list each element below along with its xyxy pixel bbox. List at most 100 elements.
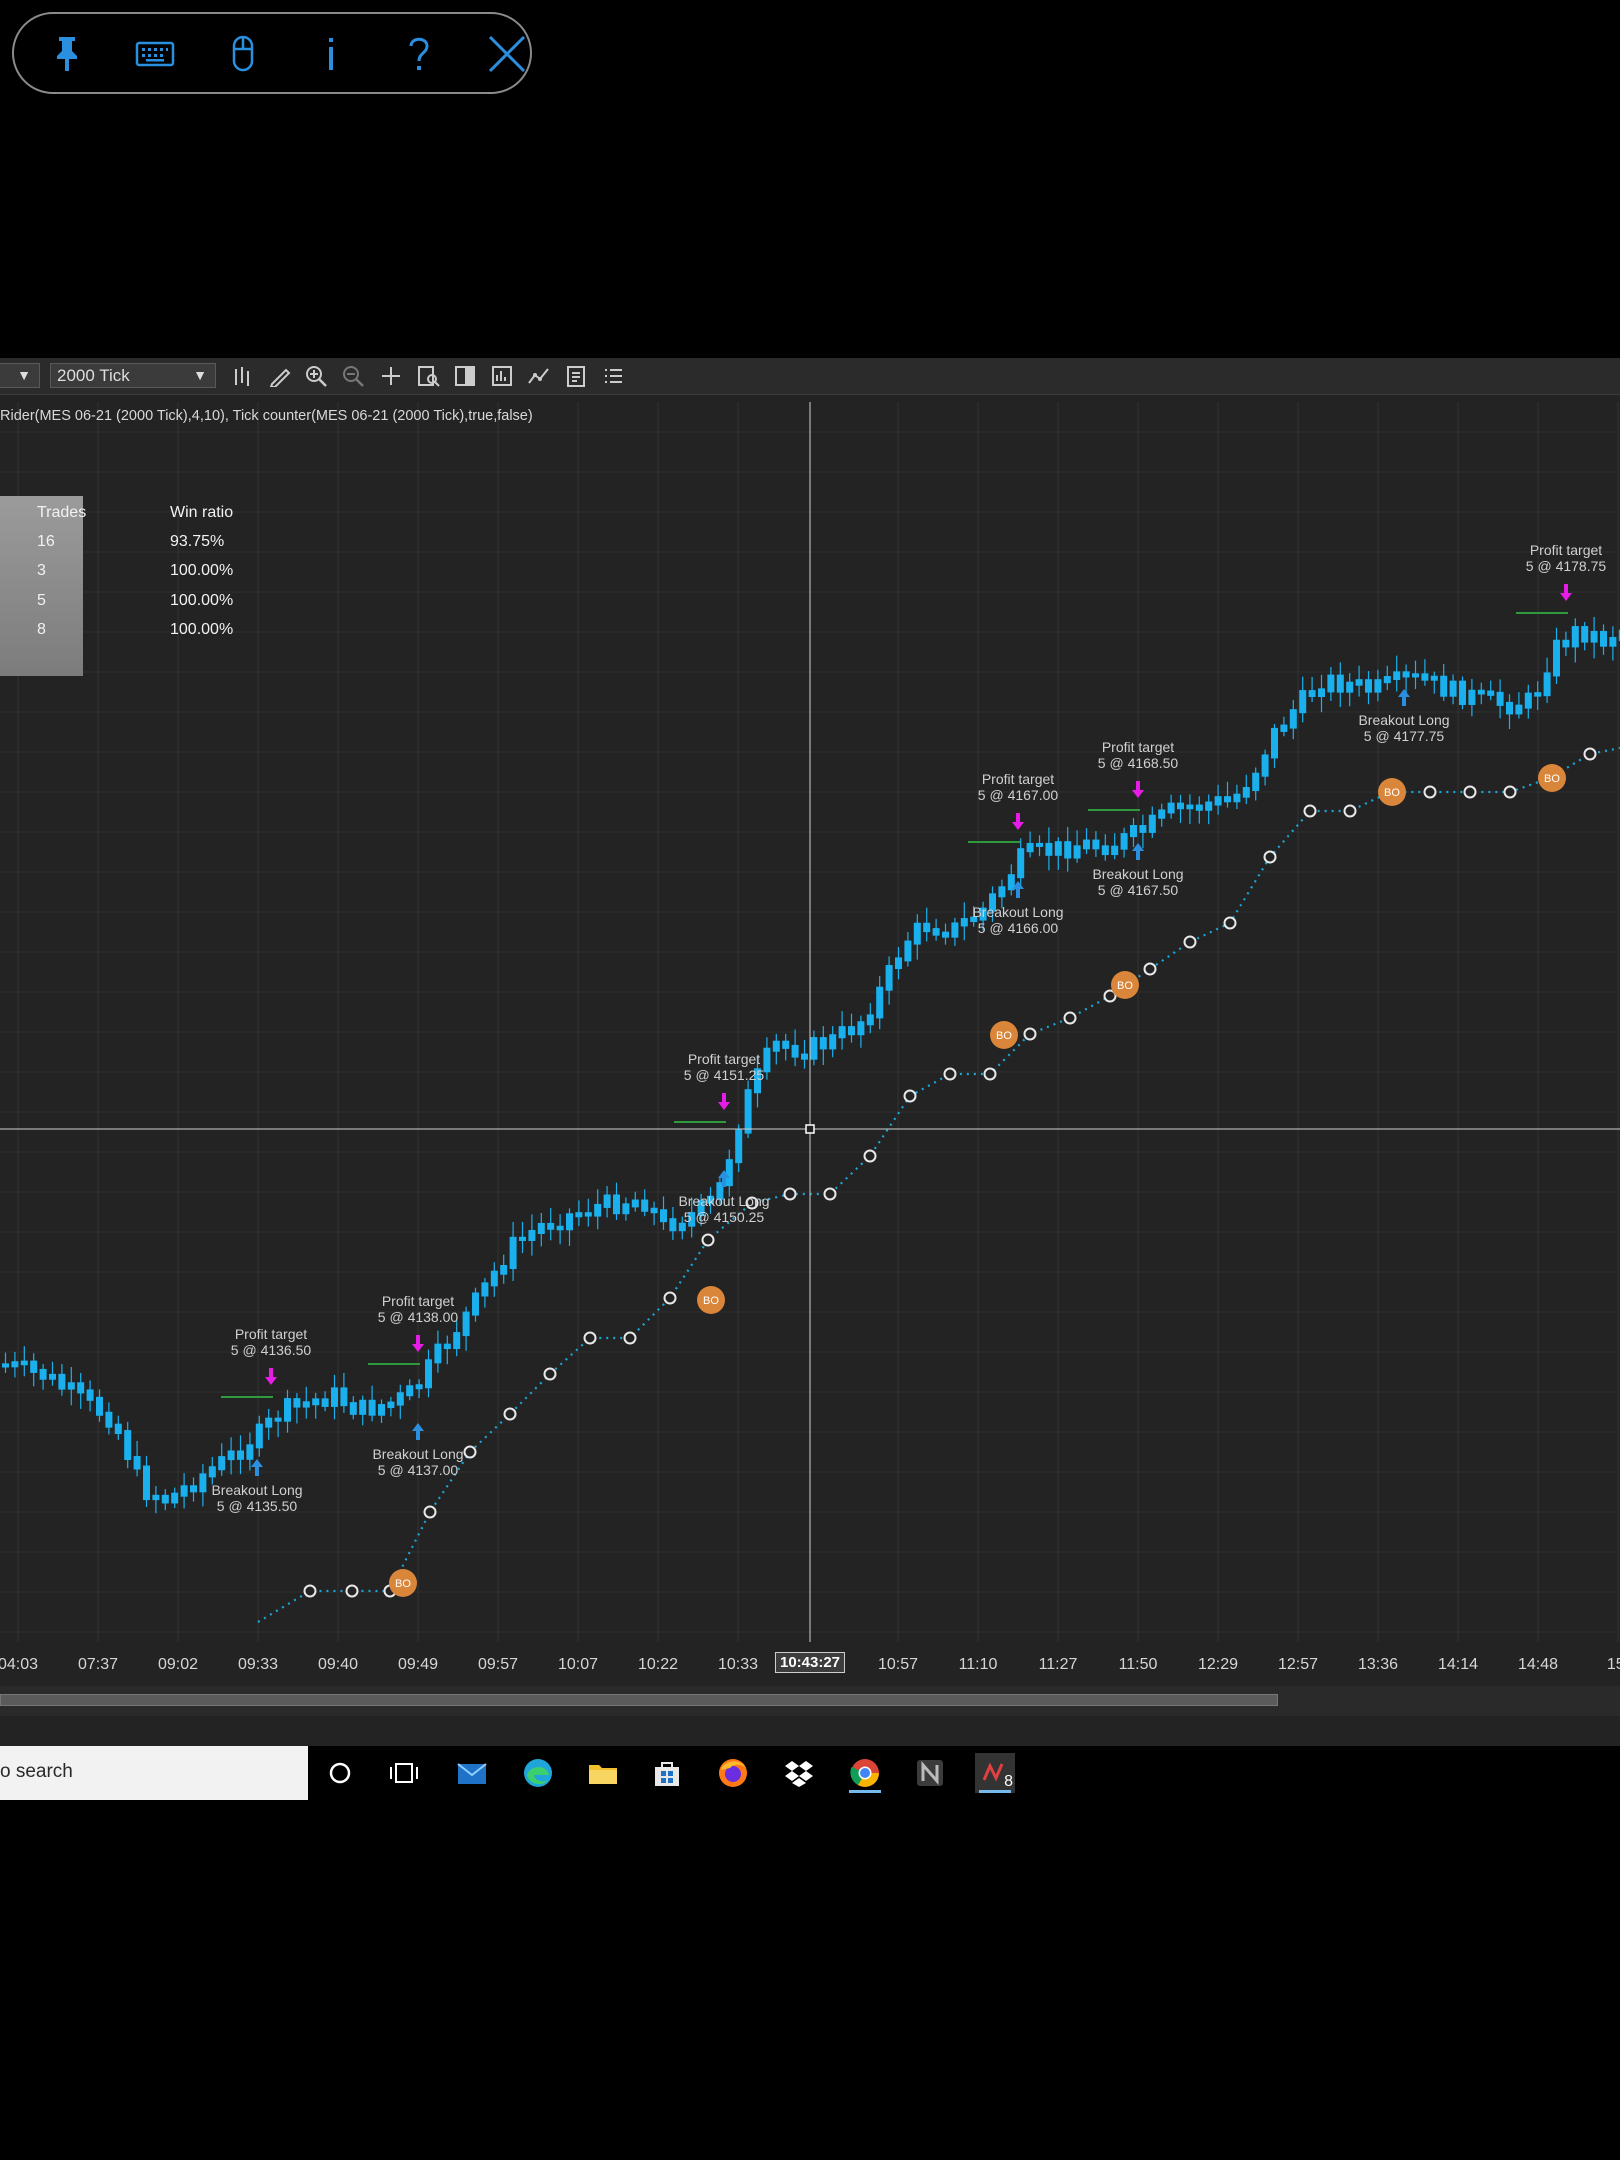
edge-icon[interactable]: [518, 1753, 558, 1793]
candle-body: [1092, 839, 1100, 850]
candle-body: [133, 1456, 141, 1470]
taskbar: o search 8: [0, 1746, 1620, 1800]
candle-body: [1224, 796, 1231, 803]
candle-body: [1130, 825, 1137, 838]
horizontal-scrollbar[interactable]: [0, 1686, 1620, 1716]
zoom-out-icon[interactable]: [341, 364, 367, 388]
candle-body: [1036, 842, 1043, 847]
candle-body: [1449, 680, 1457, 697]
price-chart[interactable]: BOBOBOBOBOBO Breakout Long5 @ 4135.50Pro…: [0, 402, 1620, 1644]
trading-app-icon[interactable]: 8: [975, 1753, 1015, 1793]
mail-icon[interactable]: [452, 1753, 492, 1793]
candle-body: [359, 1399, 367, 1415]
help-icon[interactable]: [396, 31, 442, 77]
candle-body: [613, 1194, 620, 1215]
stats-trades-value: 3: [37, 562, 46, 579]
candle-body: [1534, 692, 1542, 697]
trailing-stop-point: [583, 1331, 597, 1345]
trailing-stop-point: [943, 1067, 957, 1081]
candle-body: [218, 1456, 226, 1471]
close-icon[interactable]: [484, 31, 530, 77]
candle-body: [998, 886, 1006, 898]
candle-body: [171, 1492, 179, 1504]
candle-body: [1158, 809, 1166, 819]
strategies-icon[interactable]: [563, 364, 589, 388]
candle-body: [1299, 690, 1307, 714]
candle-body: [246, 1444, 254, 1460]
active-indicator: [849, 1790, 881, 1793]
entry-label: Breakout Long: [1358, 712, 1449, 728]
exit-price: 5 @ 4151.25: [684, 1067, 765, 1083]
entry-label: Breakout Long: [372, 1446, 463, 1462]
data-box-icon[interactable]: [415, 364, 441, 388]
candle-body: [1177, 802, 1184, 810]
candle-body: [1271, 727, 1278, 759]
candle-body: [265, 1417, 273, 1428]
firefox-icon[interactable]: [713, 1753, 753, 1793]
cortana-icon[interactable]: [320, 1753, 360, 1793]
candlestick-series: [2, 616, 1620, 1514]
time-tick-label: 09:40: [317, 1656, 359, 1673]
trailing-stop-point: [1343, 804, 1357, 818]
keyboard-icon[interactable]: [132, 31, 178, 77]
candle-body: [725, 1159, 733, 1187]
candle-body: [1430, 675, 1438, 681]
search-placeholder: o search: [0, 1761, 73, 1782]
exit-label: Profit target: [688, 1051, 760, 1067]
taskbar-search-box[interactable]: o search: [0, 1746, 308, 1800]
candle-body: [537, 1222, 545, 1234]
properties-icon[interactable]: [489, 364, 515, 388]
crosshair-icon[interactable]: [378, 364, 404, 388]
candle-body: [124, 1430, 132, 1461]
instrument-dropdown[interactable]: ▼: [0, 363, 40, 388]
chart-plot-area[interactable]: BO BO BO BO BO BO Breakout Long 5 @ 4135.50 Pro…: [0, 402, 1620, 1644]
pin-icon[interactable]: [44, 31, 90, 77]
candle-body: [1073, 845, 1081, 859]
candle-body: [1440, 675, 1448, 697]
task-view-icon[interactable]: [384, 1753, 424, 1793]
exit-label: Profit target: [235, 1326, 307, 1342]
chrome-icon[interactable]: [845, 1753, 885, 1793]
candle-body: [1609, 636, 1617, 647]
entry-arrow-icon: [1398, 689, 1410, 706]
scrollbar-thumb[interactable]: [0, 1694, 1278, 1706]
file-explorer-icon[interactable]: [583, 1753, 623, 1793]
candle-body: [312, 1398, 320, 1406]
stats-win-ratio-value: 93.75%: [170, 533, 225, 550]
candle-body: [284, 1398, 291, 1422]
breakout-long-marker: Breakout Long5 @ 4150.25: [678, 1170, 770, 1225]
dropbox-icon[interactable]: [779, 1753, 819, 1793]
indicators-icon[interactable]: [526, 364, 552, 388]
candle-body: [77, 1382, 85, 1394]
trailing-stop-point: [1503, 785, 1517, 799]
drawing-tool-icon[interactable]: [267, 364, 293, 388]
candle-body: [1242, 787, 1250, 798]
zoom-in-icon[interactable]: [304, 364, 330, 388]
candle-body: [1487, 690, 1495, 696]
candle-body: [951, 922, 959, 938]
bar-type-icon[interactable]: [230, 364, 256, 388]
chart-trader-icon[interactable]: [452, 364, 478, 388]
list-icon[interactable]: [600, 364, 626, 388]
trailing-stop-point: [303, 1584, 317, 1598]
trailing-stop-point: [1023, 1027, 1037, 1041]
candle-body: [20, 1360, 28, 1366]
time-tick-label: 12:57: [1277, 1656, 1319, 1673]
candle-body: [331, 1387, 338, 1407]
candle-body: [161, 1494, 169, 1504]
info-icon[interactable]: [308, 31, 354, 77]
svg-text:BO: BO: [996, 1030, 1012, 1042]
profit-target-marker: Profit target5 @ 4168.50: [1088, 739, 1178, 811]
mouse-icon[interactable]: [220, 31, 266, 77]
store-icon[interactable]: [647, 1753, 687, 1793]
time-tick-label: 11:10: [958, 1656, 998, 1673]
exit-label: Profit target: [382, 1293, 454, 1309]
trailing-stop-point: [823, 1187, 837, 1201]
cursor-time-label: 10:43:27: [774, 1652, 846, 1673]
exit-price: 5 @ 4178.75: [1526, 558, 1607, 574]
candle-body: [1402, 671, 1410, 678]
candle-body: [1581, 626, 1589, 643]
ninjatrader-icon[interactable]: [910, 1753, 950, 1793]
candle-body: [199, 1473, 207, 1493]
timeframe-dropdown[interactable]: 2000 Tick ▼: [50, 363, 216, 388]
